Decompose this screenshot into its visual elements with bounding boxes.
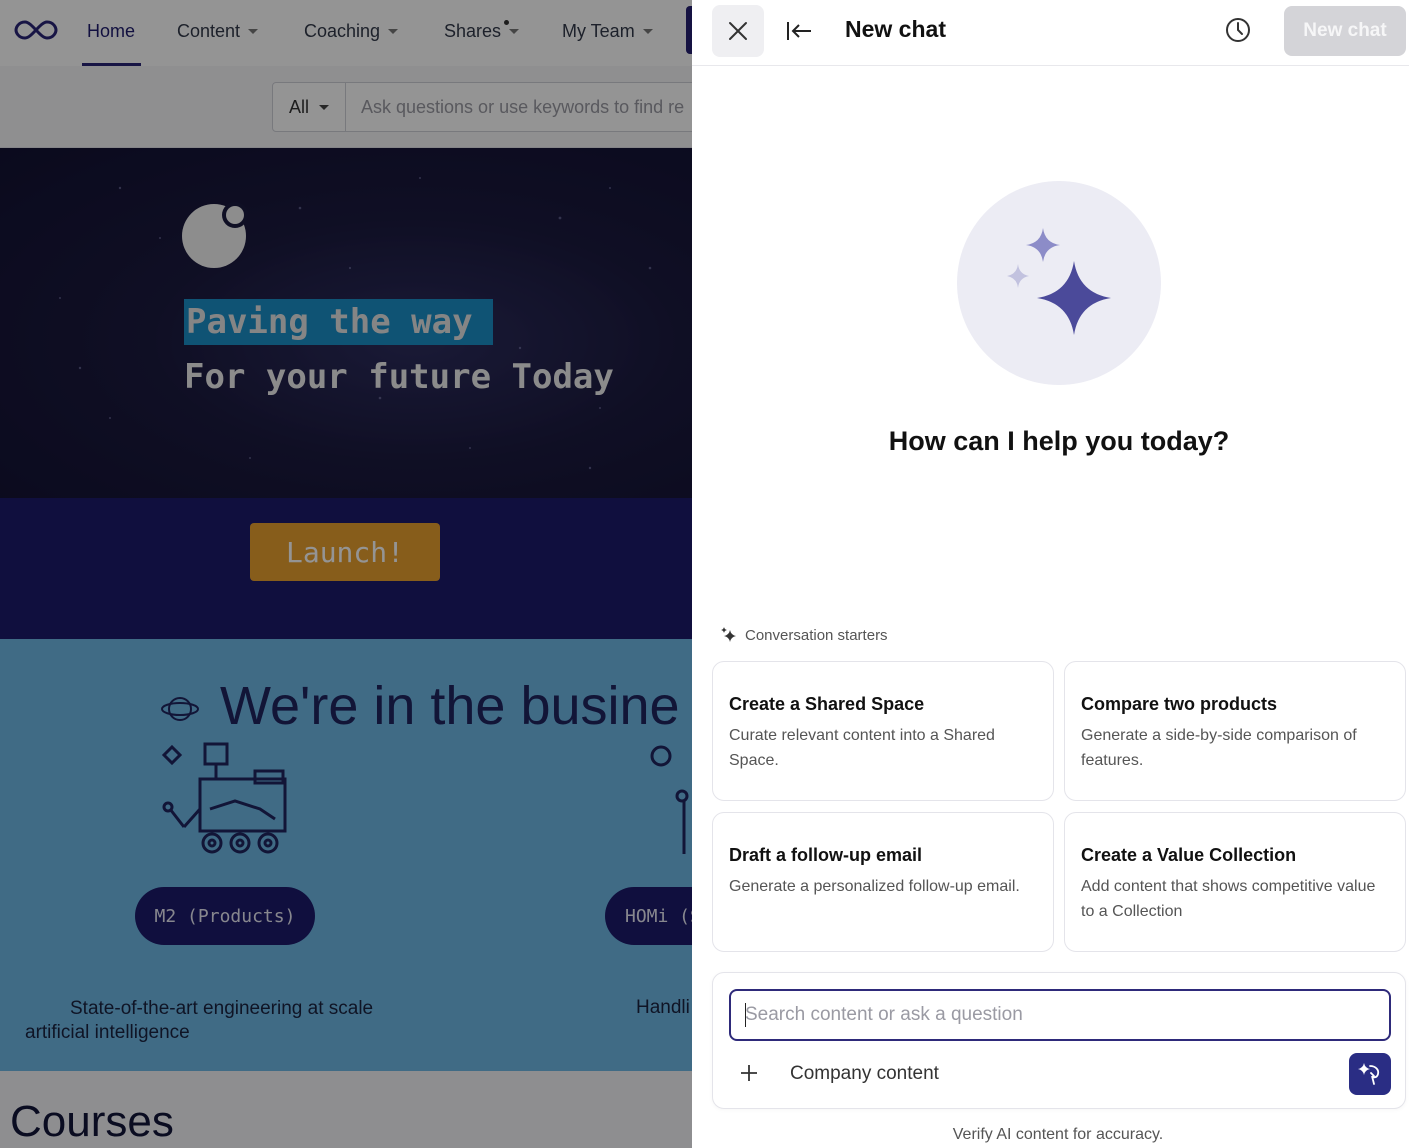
- starter-card-follow-up-email[interactable]: Draft a follow-up email Generate a perso…: [712, 812, 1054, 952]
- chat-header: New chat New chat: [692, 0, 1409, 66]
- sparkle-small-icon: [721, 627, 736, 642]
- text-cursor: [745, 1003, 746, 1027]
- greeting-heading: How can I help you today?: [888, 426, 1230, 456]
- starter-card-value-collection[interactable]: Create a Value Collection Add content th…: [1064, 812, 1406, 952]
- close-button[interactable]: [712, 5, 764, 57]
- starter-title: Create a Shared Space: [729, 694, 925, 714]
- conversation-starters-text: Conversation starters: [745, 626, 888, 644]
- collapse-left-icon: [787, 22, 811, 40]
- starter-description: Add content that shows competitive value…: [1081, 878, 1376, 920]
- chat-input[interactable]: [729, 989, 1391, 1041]
- starter-card-compare-products[interactable]: Compare two products Generate a side-by-…: [1064, 661, 1406, 801]
- background-page: Home Content Coaching Shares My Team All: [0, 0, 692, 1148]
- new-chat-button[interactable]: New chat: [1284, 6, 1406, 56]
- close-icon: [729, 22, 747, 40]
- history-icon: [1226, 18, 1250, 42]
- starter-description: Generate a personalized follow-up email.: [729, 878, 1020, 895]
- starter-description: Generate a side-by-side comparison of fe…: [1081, 727, 1357, 769]
- collapse-panel-button[interactable]: [782, 14, 816, 48]
- panel-title: New chat: [845, 16, 946, 42]
- conversation-starters-label: Conversation starters: [720, 626, 888, 644]
- sparkle-illustration: [957, 181, 1161, 385]
- ai-disclaimer: Verify AI content for accuracy.: [952, 1126, 1164, 1143]
- starter-card-shared-space[interactable]: Create a Shared Space Curate relevant co…: [712, 661, 1054, 801]
- chat-composer: Company content: [712, 972, 1406, 1109]
- history-button[interactable]: [1222, 14, 1254, 46]
- starter-title: Compare two products: [1081, 694, 1278, 714]
- starter-title: Draft a follow-up email: [729, 845, 923, 865]
- chat-panel: New chat New chat How can I help you tod…: [692, 0, 1409, 1148]
- plus-icon: [741, 1065, 757, 1081]
- source-selector[interactable]: Company content: [790, 1063, 939, 1085]
- sparkle-icon: [1007, 228, 1111, 335]
- add-source-button[interactable]: [737, 1061, 761, 1085]
- send-button[interactable]: [1349, 1053, 1391, 1095]
- starter-description: Curate relevant content into a Shared Sp…: [729, 727, 995, 769]
- modal-backdrop[interactable]: [0, 0, 692, 1148]
- starter-title: Create a Value Collection: [1081, 845, 1297, 865]
- send-ai-icon: [1358, 1063, 1380, 1085]
